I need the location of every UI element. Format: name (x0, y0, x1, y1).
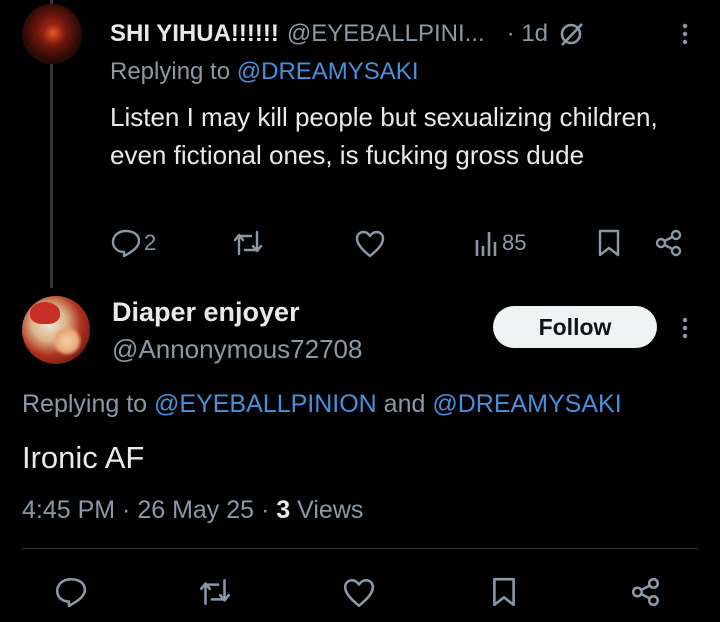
share-button[interactable] (654, 228, 684, 258)
replying-and: and (376, 390, 433, 418)
like-button[interactable] (342, 577, 376, 609)
retweet-icon (233, 230, 263, 256)
mention-link[interactable]: @DREAMYSAKI (432, 390, 621, 418)
bookmark-button[interactable] (490, 576, 518, 608)
reply-button[interactable]: 2 (110, 228, 156, 258)
like-icon (355, 230, 385, 258)
views-label: Views (290, 496, 364, 524)
follow-button[interactable]: Follow (493, 306, 657, 348)
grok-icon[interactable] (558, 21, 584, 47)
reply-tweet-header: SHI YIHUA!!!!!! @EYEBALLPINI... · 1d (110, 18, 584, 50)
views-count: 85 (502, 230, 527, 255)
replying-to: Replying to @DREAMYSAKI (110, 58, 418, 86)
reply-tweet-actions: 2 85 (0, 226, 720, 262)
tweet-thread: SHI YIHUA!!!!!! @EYEBALLPINI... · 1d Rep… (0, 0, 720, 622)
user-handle[interactable]: @Annonymous72708 (112, 334, 362, 365)
tweet-meta: 4:45 PM · 26 May 25 · 3 Views (22, 496, 363, 525)
display-name[interactable]: Diaper enjoyer (112, 297, 300, 328)
share-button[interactable] (630, 576, 662, 608)
reply-icon (55, 577, 87, 608)
share-icon (655, 229, 682, 257)
divider (22, 548, 698, 549)
retweet-button[interactable] (196, 576, 234, 608)
user-handle[interactable]: @EYEBALLPINI... (287, 20, 485, 48)
tweet-text: Ironic AF (22, 440, 145, 475)
share-icon (631, 577, 660, 607)
mention-link[interactable]: @EYEBALLPINION (154, 390, 377, 418)
avatar[interactable] (22, 296, 90, 364)
views-icon (475, 232, 497, 256)
reply-button[interactable] (54, 576, 88, 608)
bookmark-icon (493, 577, 515, 607)
replying-prefix: Replying to (110, 58, 237, 85)
retweet-button[interactable] (230, 228, 266, 258)
like-icon (343, 578, 375, 608)
display-name[interactable]: SHI YIHUA!!!!!! (110, 20, 279, 48)
main-tweet-actions (0, 574, 720, 614)
tweet-timestamp[interactable]: 4:45 PM · 26 May 25 · (22, 496, 276, 524)
bookmark-icon (598, 229, 620, 257)
tweet-time[interactable]: · 1d (507, 20, 548, 48)
tweet-text: Listen I may kill people but sexualizing… (110, 102, 658, 170)
mention-link[interactable]: @DREAMYSAKI (237, 58, 419, 85)
more-icon[interactable] (680, 22, 690, 46)
bookmark-button[interactable] (596, 228, 622, 258)
reply-icon (111, 229, 141, 258)
avatar[interactable] (22, 4, 82, 64)
views-count: 3 (276, 496, 291, 524)
more-icon[interactable] (680, 316, 690, 340)
retweet-icon (200, 579, 230, 605)
like-button[interactable] (354, 229, 386, 259)
reply-count: 2 (144, 230, 157, 255)
views-button[interactable]: 85 (474, 228, 526, 258)
replying-prefix: Replying to (22, 390, 155, 418)
replying-to: Replying to @EYEBALLPINION and @DREAMYSA… (22, 390, 622, 419)
